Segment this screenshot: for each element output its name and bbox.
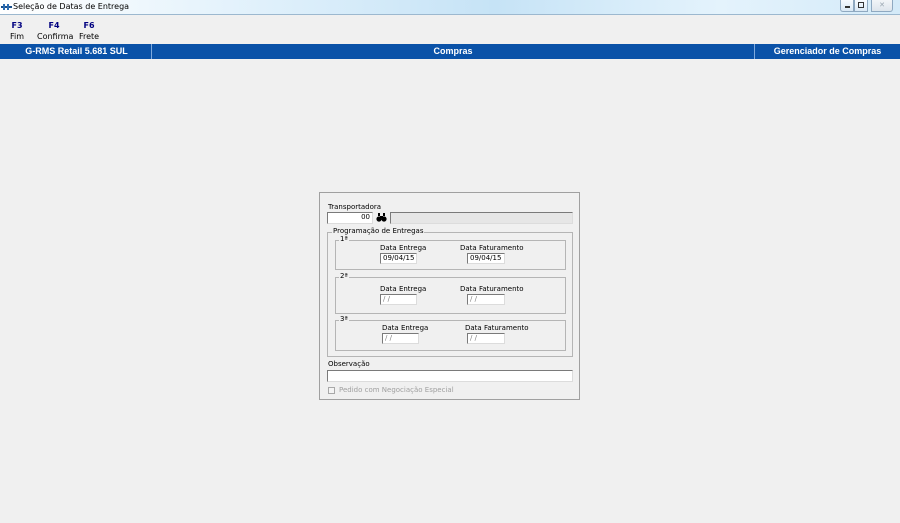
delivery-1-entrega-input[interactable]: 09/04/15: [380, 253, 417, 264]
fkey-f4-button[interactable]: F4 Confirma: [37, 20, 74, 42]
delivery-2-faturamento-input[interactable]: / /: [467, 294, 505, 305]
window-title-bar: Seleção de Datas de Entrega ✕: [0, 0, 900, 15]
status-screen: Gerenciador de Compras: [773, 46, 882, 56]
delivery-2-entrega-label: Data Entrega: [380, 285, 427, 293]
delivery-3-legend: 3ª: [339, 315, 349, 324]
fkey-label: Fim: [9, 32, 25, 41]
delivery-3-entrega-label: Data Entrega: [382, 324, 429, 332]
fkey-f6-button[interactable]: F6 Frete: [78, 20, 100, 42]
delivery-1-legend: 1ª: [339, 235, 349, 244]
window-title: Seleção de Datas de Entrega: [13, 2, 130, 11]
observacao-input[interactable]: [327, 370, 573, 382]
delivery-3-faturamento-input[interactable]: / /: [467, 333, 505, 344]
fkey-key: F3: [11, 21, 23, 30]
negociacao-checkbox[interactable]: [328, 387, 335, 394]
delivery-1-faturamento-input[interactable]: 09/04/15: [467, 253, 505, 264]
transportadora-label: Transportadora: [328, 203, 382, 211]
minimize-icon: [845, 6, 850, 8]
fkey-f3-button[interactable]: F3 Fim: [6, 20, 28, 42]
fkey-key: F4: [48, 21, 60, 30]
delivery-2-legend: 2ª: [339, 272, 349, 281]
delivery-3-faturamento-label: Data Faturamento: [465, 324, 529, 332]
observacao-label: Observação: [328, 360, 370, 368]
delivery-3-groupbox: 3ª Data Entrega / / Data Faturamento / /: [335, 315, 566, 351]
negociacao-label: Pedido com Negociação Especial: [339, 386, 454, 394]
delivery-3-entrega-input[interactable]: / /: [382, 333, 419, 344]
binoculars-icon[interactable]: [376, 213, 387, 222]
delivery-2-faturamento-label: Data Faturamento: [460, 285, 524, 293]
delivery-1-faturamento-label: Data Faturamento: [460, 244, 524, 252]
minimize-button[interactable]: [840, 0, 854, 12]
app-icon: [1, 4, 12, 10]
transportadora-code-input[interactable]: 00: [327, 212, 373, 224]
close-button[interactable]: ✕: [871, 0, 893, 12]
status-bar: G-RMS Retail 5.681 SUL Compras Gerenciad…: [0, 44, 900, 59]
delivery-1-groupbox: 1ª Data Entrega 09/04/15 Data Faturament…: [335, 235, 566, 270]
fkey-key: F6: [83, 21, 95, 30]
status-module: Compras: [433, 46, 473, 56]
programacao-groupbox: Programação de Entregas 1ª Data Entrega …: [327, 227, 573, 357]
delivery-2-groupbox: 2ª Data Entrega / / Data Faturamento / /: [335, 272, 566, 314]
maximize-button[interactable]: [854, 0, 868, 12]
fkey-label: Confirma: [37, 32, 74, 41]
maximize-icon: [858, 2, 864, 8]
fkey-label: Frete: [78, 32, 100, 41]
delivery-2-entrega-input[interactable]: / /: [380, 294, 417, 305]
close-icon: ✕: [879, 1, 885, 9]
status-system: G-RMS Retail 5.681 SUL: [25, 46, 128, 56]
transportadora-name-field: [390, 212, 573, 224]
delivery-1-entrega-label: Data Entrega: [380, 244, 427, 252]
delivery-dates-dialog: Transportadora 00 Programação de Entrega…: [319, 192, 580, 400]
